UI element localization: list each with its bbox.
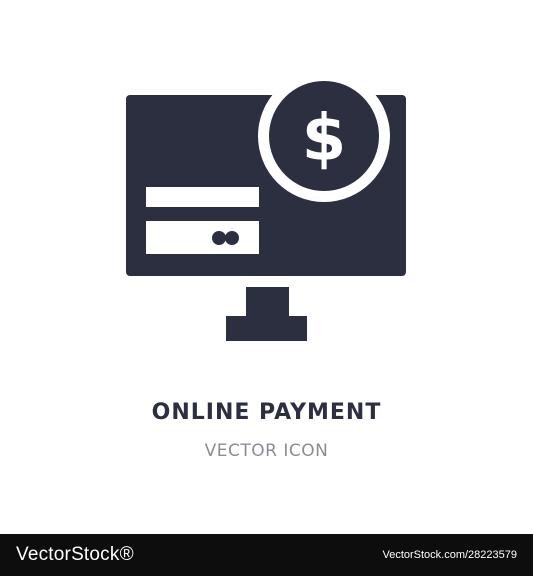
stock-image: $ ONLINE PAYMENT VECTOR ICON VectorStock… <box>0 0 533 576</box>
icon-title: ONLINE PAYMENT <box>151 400 382 425</box>
vectorstock-logo: VectorStock® <box>16 544 134 565</box>
dollar-coin-icon: $ <box>258 70 390 202</box>
monitor-icon: $ <box>126 70 406 341</box>
image-url: VectorStock.com/28223579 <box>382 549 517 561</box>
watermark-footer: VectorStock® VectorStock.com/28223579 <box>0 534 533 576</box>
online-payment-icon: $ <box>0 0 533 380</box>
icon-subtitle: VECTOR ICON <box>204 441 329 461</box>
dollar-sign: $ <box>302 102 347 176</box>
monitor-neck <box>246 287 289 316</box>
monitor-base <box>226 316 307 341</box>
